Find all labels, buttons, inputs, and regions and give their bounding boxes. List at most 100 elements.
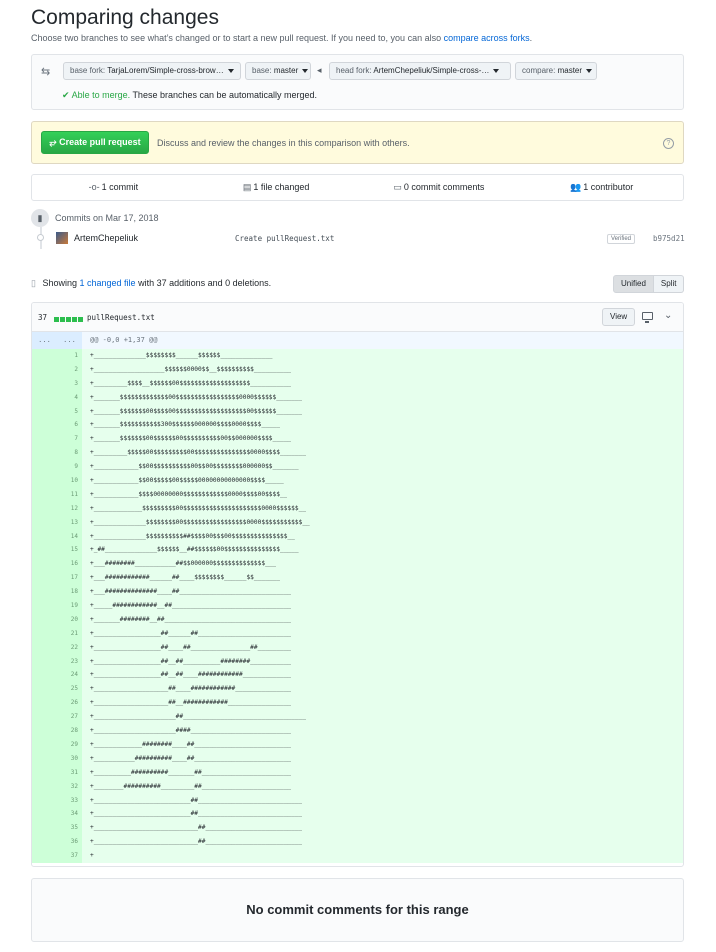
- base-branch-select[interactable]: base: master: [245, 62, 311, 80]
- new-line-number[interactable]: 4: [57, 390, 82, 405]
- commit-message[interactable]: Create pullRequest.txt: [235, 234, 334, 243]
- file-name[interactable]: pullRequest.txt: [87, 313, 155, 322]
- new-line-number[interactable]: 36: [57, 835, 82, 850]
- old-line-number[interactable]: [32, 654, 57, 669]
- hunk-expand-left[interactable]: ...: [32, 332, 57, 349]
- new-line-number[interactable]: 3: [57, 376, 82, 391]
- new-line-number[interactable]: 9: [57, 460, 82, 475]
- old-line-number[interactable]: [32, 765, 57, 780]
- new-line-number[interactable]: 30: [57, 751, 82, 766]
- new-line-number[interactable]: 1: [57, 349, 82, 363]
- hunk-expand-right[interactable]: ...: [57, 332, 82, 349]
- new-line-number[interactable]: 6: [57, 418, 82, 433]
- new-line-number[interactable]: 13: [57, 515, 82, 530]
- old-line-number[interactable]: [32, 543, 57, 558]
- old-line-number[interactable]: [32, 404, 57, 419]
- display-icon[interactable]: [642, 312, 653, 323]
- new-line-number[interactable]: 34: [57, 807, 82, 822]
- old-line-number[interactable]: [32, 737, 57, 752]
- old-line-number[interactable]: [32, 446, 57, 461]
- old-line-number[interactable]: [32, 474, 57, 488]
- commit-sha[interactable]: b975d21: [653, 234, 685, 243]
- new-line-number[interactable]: 10: [57, 474, 82, 488]
- new-line-number[interactable]: 22: [57, 640, 82, 655]
- new-line-number[interactable]: 35: [57, 821, 82, 836]
- new-line-number[interactable]: 23: [57, 654, 82, 669]
- old-line-number[interactable]: [32, 724, 57, 738]
- base-fork-select[interactable]: base fork: TarjaLorem/Simple-cross-brow…: [63, 62, 241, 80]
- changed-files-link[interactable]: 1 changed file: [80, 278, 136, 288]
- old-line-number[interactable]: [32, 515, 57, 530]
- new-line-number[interactable]: 29: [57, 737, 82, 752]
- new-line-number[interactable]: 28: [57, 724, 82, 738]
- old-line-number[interactable]: [32, 501, 57, 516]
- old-line-number[interactable]: [32, 710, 57, 725]
- stat-comments[interactable]: ▭ 0 commit comments: [358, 175, 521, 200]
- create-pull-request-button[interactable]: ⥂ Create pull request: [41, 131, 149, 154]
- old-line-number[interactable]: [32, 612, 57, 627]
- head-fork-select[interactable]: head fork: ArtemChepeliuk/Simple-cross-…: [329, 62, 511, 80]
- stat-contributors[interactable]: 👥 1 contributor: [520, 175, 683, 200]
- old-line-number[interactable]: [32, 599, 57, 613]
- new-line-number[interactable]: 12: [57, 501, 82, 516]
- new-line-number[interactable]: 24: [57, 668, 82, 683]
- new-line-number[interactable]: 7: [57, 432, 82, 447]
- old-line-number[interactable]: [32, 849, 57, 863]
- new-line-number[interactable]: 15: [57, 543, 82, 558]
- commit-author[interactable]: ArtemChepeliuk: [74, 233, 138, 243]
- old-line-number[interactable]: [32, 640, 57, 655]
- old-line-number[interactable]: [32, 807, 57, 822]
- new-line-number[interactable]: 32: [57, 779, 82, 794]
- old-line-number[interactable]: [32, 362, 57, 377]
- new-line-number[interactable]: 37: [57, 849, 82, 863]
- new-line-number[interactable]: 17: [57, 571, 82, 586]
- new-line-number[interactable]: 5: [57, 404, 82, 419]
- new-line-number[interactable]: 14: [57, 529, 82, 544]
- old-line-number[interactable]: [32, 751, 57, 766]
- old-line-number[interactable]: [32, 835, 57, 850]
- avatar[interactable]: [56, 232, 68, 244]
- new-line-number[interactable]: 21: [57, 626, 82, 641]
- unified-button[interactable]: Unified: [613, 275, 654, 293]
- new-line-number[interactable]: 33: [57, 793, 82, 808]
- old-line-number[interactable]: [32, 668, 57, 683]
- new-line-number[interactable]: 18: [57, 585, 82, 600]
- new-line-number[interactable]: 8: [57, 446, 82, 461]
- old-line-number[interactable]: [32, 557, 57, 572]
- old-line-number[interactable]: [32, 571, 57, 586]
- compare-branch-select[interactable]: compare: master: [515, 62, 597, 80]
- new-line-number[interactable]: 16: [57, 557, 82, 572]
- old-line-number[interactable]: [32, 585, 57, 600]
- new-line-number[interactable]: 26: [57, 696, 82, 711]
- old-line-number[interactable]: [32, 487, 57, 502]
- old-line-number[interactable]: [32, 390, 57, 405]
- old-line-number[interactable]: [32, 696, 57, 711]
- compare-across-forks-link[interactable]: compare across forks: [444, 33, 530, 43]
- stat-commits[interactable]: -o- 1 commit: [32, 175, 195, 200]
- split-button[interactable]: Split: [653, 275, 685, 293]
- compare-stats: -o- 1 commit ▤ 1 file changed ▭ 0 commit co…: [31, 174, 684, 201]
- old-line-number[interactable]: [32, 529, 57, 544]
- new-line-number[interactable]: 31: [57, 765, 82, 780]
- old-line-number[interactable]: [32, 626, 57, 641]
- stat-files[interactable]: ▤ 1 file changed: [195, 175, 358, 200]
- new-line-number[interactable]: 19: [57, 599, 82, 613]
- view-file-button[interactable]: View: [602, 308, 636, 326]
- new-line-number[interactable]: 25: [57, 682, 82, 697]
- old-line-number[interactable]: [32, 432, 57, 447]
- new-line-number[interactable]: 11: [57, 487, 82, 502]
- new-line-number[interactable]: 20: [57, 612, 82, 627]
- old-line-number[interactable]: [32, 779, 57, 794]
- chevron-down-icon[interactable]: ⌄: [664, 310, 672, 321]
- verified-badge[interactable]: Verified: [607, 234, 636, 244]
- old-line-number[interactable]: [32, 418, 57, 433]
- old-line-number[interactable]: [32, 460, 57, 475]
- question-icon[interactable]: ?: [663, 138, 674, 149]
- old-line-number[interactable]: [32, 682, 57, 697]
- new-line-number[interactable]: 2: [57, 362, 82, 377]
- new-line-number[interactable]: 27: [57, 710, 82, 725]
- old-line-number[interactable]: [32, 376, 57, 391]
- old-line-number[interactable]: [32, 349, 57, 363]
- old-line-number[interactable]: [32, 793, 57, 808]
- old-line-number[interactable]: [32, 821, 57, 836]
